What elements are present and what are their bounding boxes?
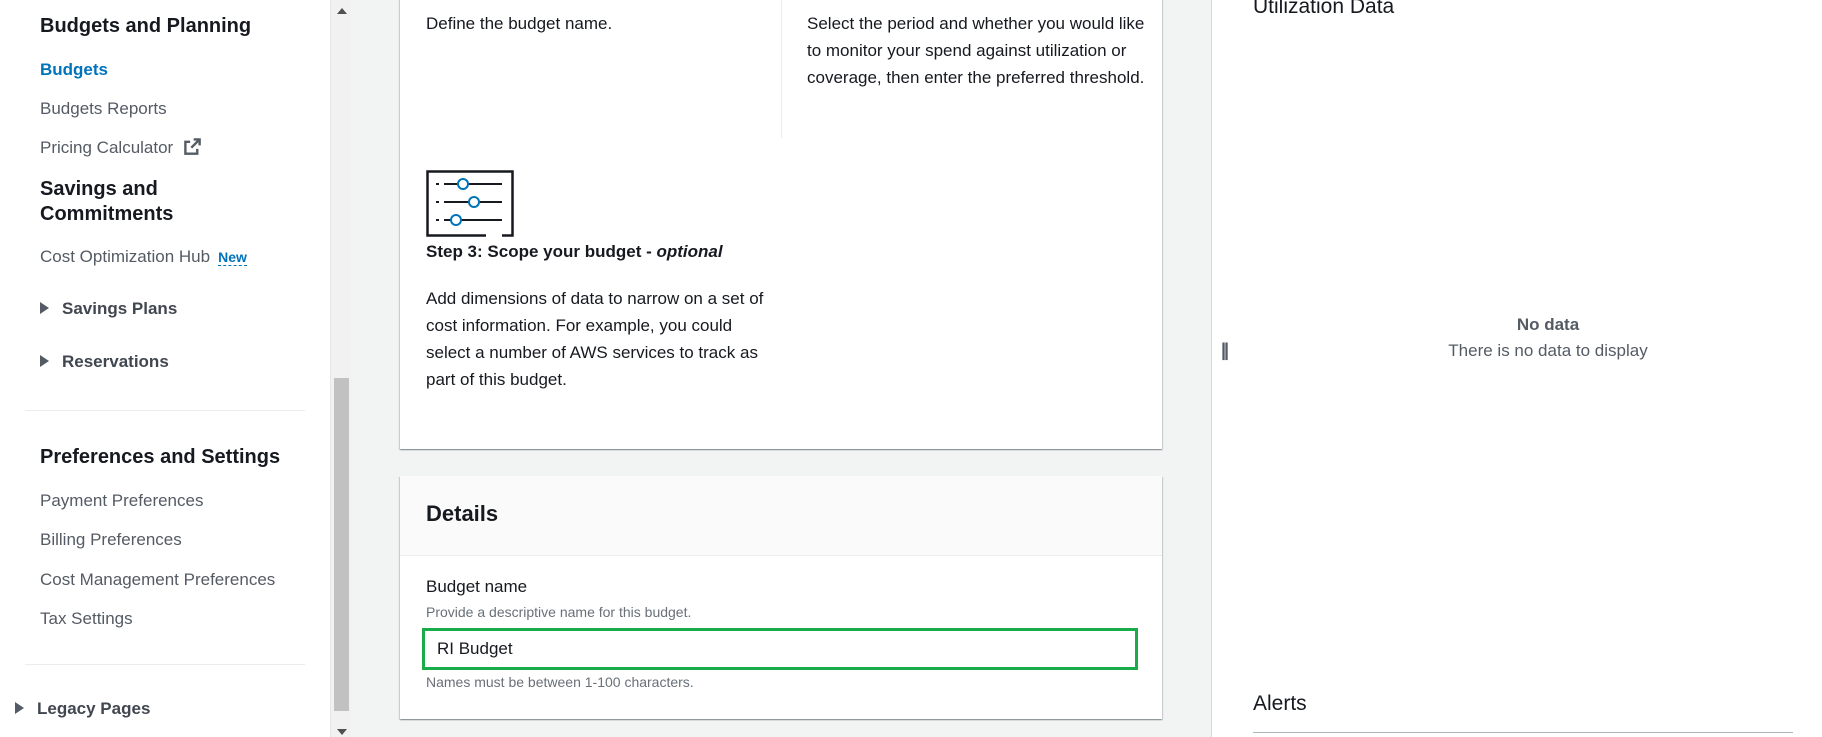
no-data-description: There is no data to display [1448,341,1648,360]
sidebar-item-cost-optimization-hub[interactable]: Cost Optimization Hub New [40,246,247,268]
sidebar-item-label: Pricing Calculator [40,138,174,157]
resize-handle-icon[interactable]: || [1221,340,1229,361]
sidebar-item-cost-management-preferences[interactable]: Cost Management Preferences [40,569,275,591]
budget-name-description: Provide a descriptive name for this budg… [426,604,692,620]
empty-state: No data There is no data to display [1368,312,1728,364]
sidebar-nav: Budgets and Planning Budgets Budgets Rep… [0,0,330,737]
details-header: Details [400,476,1162,556]
sidebar-expander-reservations[interactable]: Reservations [40,351,169,373]
external-link-icon [184,138,201,155]
details-title: Details [426,501,499,526]
step3-title: Step 3: Scope your budget - optional [426,242,723,262]
step3-title-optional: optional [656,242,723,261]
utilization-data-title: Utilization Data [1253,0,1395,18]
sidebar-item-pricing-calculator[interactable]: Pricing Calculator [40,137,202,159]
section-heading-preferences-settings: Preferences and Settings [40,446,281,468]
caret-right-icon [40,355,49,367]
section-heading-budgets-planning: Budgets and Planning [40,15,252,37]
scroll-up-arrow-icon[interactable] [337,8,347,14]
no-data-title: No data [1516,315,1580,334]
new-badge: New [218,249,247,266]
step3-title-prefix: Step 3: Scope your budget - [426,242,657,261]
split-panel: || Utilization Data No data There is no … [1212,0,1822,737]
step2-description: Select the period and whether you would … [807,14,1145,87]
caret-right-icon [40,302,49,314]
scrollbar-thumb[interactable] [334,378,349,711]
sidebar-item-budgets[interactable]: Budgets [40,59,108,81]
sidebar-item-label: Legacy Pages [37,699,151,718]
filter-sliders-icon [426,170,514,237]
sidebar-item-tax-settings[interactable]: Tax Settings [40,608,133,630]
sidebar-item-label: Cost Optimization Hub [40,247,211,266]
sidebar-item-billing-preferences[interactable]: Billing Preferences [40,529,182,551]
sidebar-item-label: Reservations [62,352,169,371]
scroll-down-arrow-icon[interactable] [337,729,347,735]
sidebar-scrollbar[interactable] [330,0,351,737]
sidebar-item-payment-preferences[interactable]: Payment Preferences [40,490,203,512]
step-divider [781,0,782,138]
details-card: Details Budget name Provide a descriptiv… [400,476,1162,719]
section-heading-savings-commitments: Savings and Commitments [40,178,174,225]
budget-name-input[interactable] [422,628,1138,670]
sidebar-item-budgets-reports[interactable]: Budgets Reports [40,98,167,120]
caret-right-icon [15,702,24,714]
step1-description: Define the budget name. [426,14,613,33]
how-it-works-card: Define the budget name. Select the perio… [400,0,1162,449]
step3-description: Add dimensions of data to narrow on a se… [426,289,764,389]
budget-name-constraint: Names must be between 1-100 characters. [426,674,694,690]
divider [1253,732,1793,733]
budget-name-label: Budget name [426,577,528,596]
sidebar-expander-savings-plans[interactable]: Savings Plans [40,298,177,320]
divider [25,664,305,665]
sidebar-expander-legacy-pages[interactable]: Legacy Pages [15,698,150,720]
divider [25,410,305,411]
alerts-title: Alerts [1253,692,1307,715]
sidebar-item-label: Savings Plans [62,299,178,318]
